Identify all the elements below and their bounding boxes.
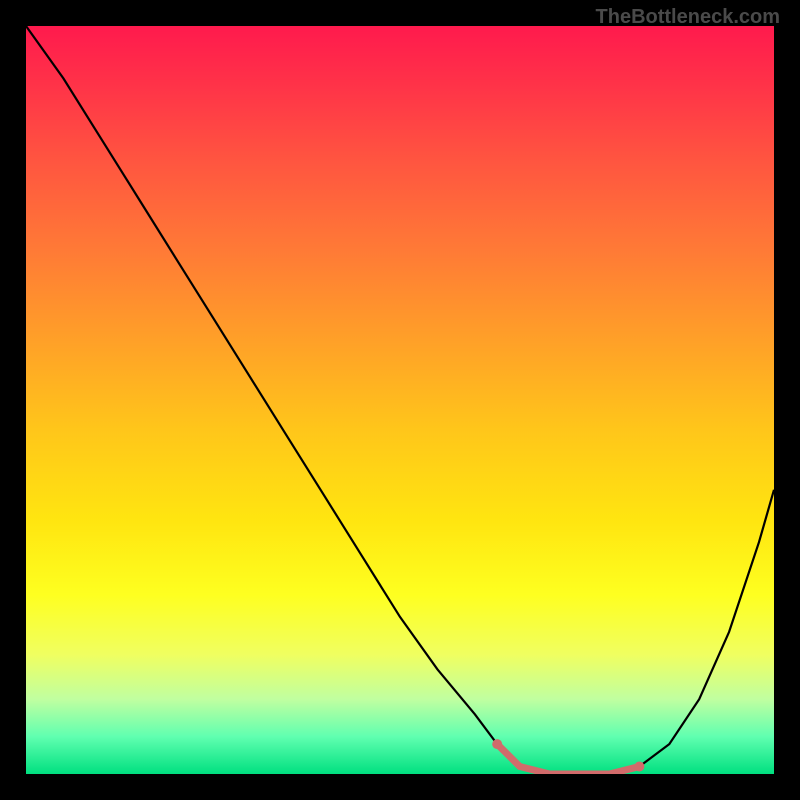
highlight-dot-end: [634, 762, 644, 772]
plot-area: [26, 26, 774, 774]
bottleneck-curve: [26, 26, 774, 774]
watermark-text: TheBottleneck.com: [596, 6, 780, 29]
chart-svg: [26, 26, 774, 774]
highlight-segment: [497, 744, 639, 774]
highlight-dot-start: [492, 739, 502, 749]
